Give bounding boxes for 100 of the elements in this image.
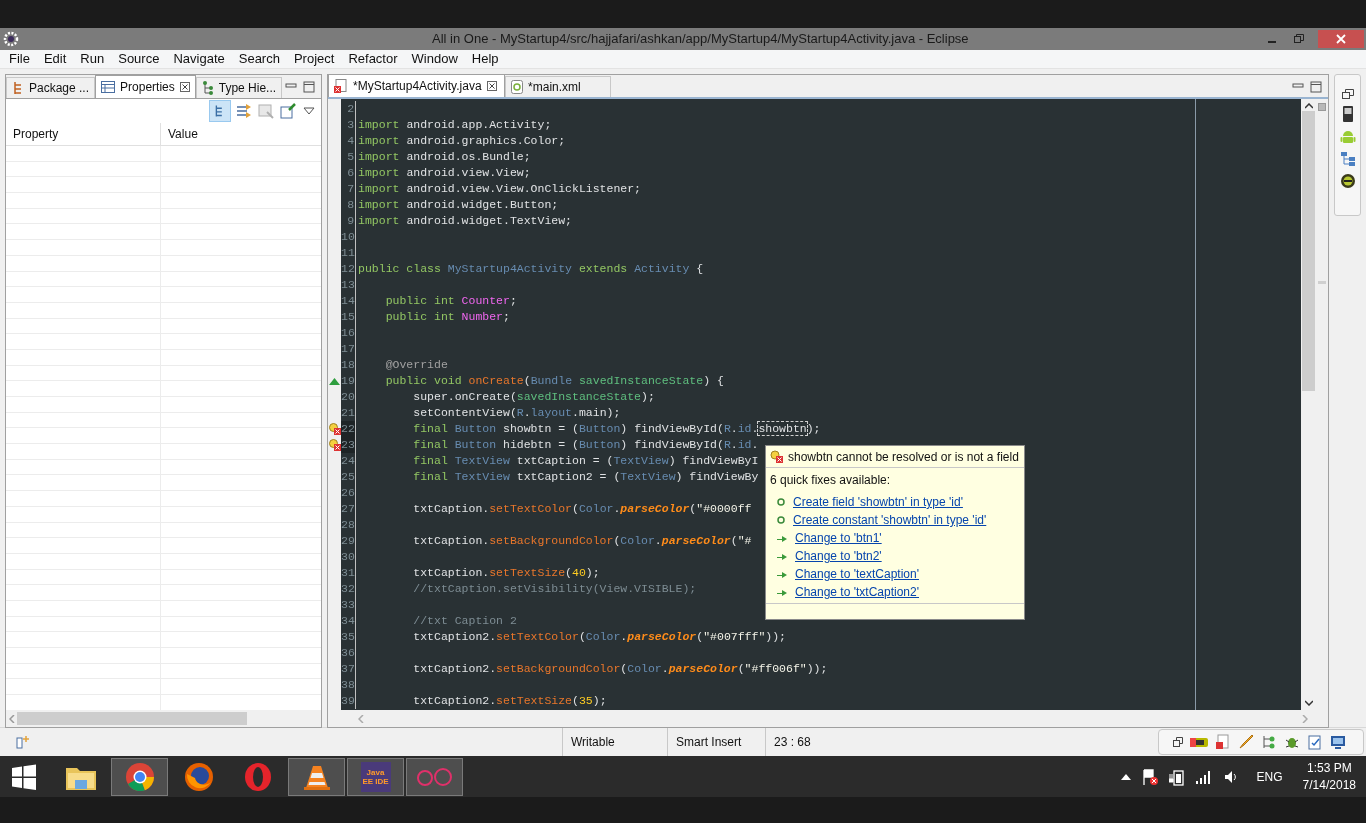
browser-icon xyxy=(183,761,214,792)
code-line: public int Number; xyxy=(384,309,510,326)
scrollbar-thumb[interactable] xyxy=(17,712,247,725)
line-number: 30 xyxy=(341,549,357,565)
line-number: 5 xyxy=(341,149,357,165)
tab[interactable]: *MyStartup4Activity.java xyxy=(328,74,506,97)
java-file-error-icon xyxy=(334,79,349,93)
quick-fix-link[interactable]: Create field 'showbtn' in type 'id' xyxy=(793,493,963,511)
battery-icon[interactable] xyxy=(1168,767,1185,786)
close-tab-icon[interactable] xyxy=(486,81,497,91)
java-ee-logo: Java EE IDE xyxy=(360,761,391,792)
restore-icon[interactable] xyxy=(1294,34,1304,44)
tab[interactable]: Properties xyxy=(95,75,196,98)
line-number: 33 xyxy=(341,597,357,613)
menu-item[interactable]: Help xyxy=(464,49,506,69)
menu-item[interactable]: Navigate xyxy=(166,49,232,69)
phone-icon[interactable] xyxy=(1341,105,1354,123)
menu-item[interactable]: Run xyxy=(73,49,112,69)
tab[interactable]: Type Hie... xyxy=(195,77,283,98)
scroll-left-icon[interactable] xyxy=(9,714,15,723)
tab[interactable]: *main.xml xyxy=(505,76,612,97)
ddms-icon[interactable] xyxy=(1339,173,1356,189)
windows-start-icon[interactable] xyxy=(10,762,38,791)
code-line: setContentView(R.layout.main); xyxy=(412,405,621,422)
code-line: //txtCaption.setVisibility(View.VISIBLE); xyxy=(412,581,697,598)
tab[interactable]: Package ... xyxy=(6,77,96,98)
menu-item[interactable]: Search xyxy=(231,49,287,69)
view-menu-icon[interactable] xyxy=(303,106,316,116)
line-number: 12 xyxy=(341,261,357,277)
code-line: txtCaption2.setTextColor(Color.parseColor("#007fff")); xyxy=(412,629,786,646)
close-tab-icon[interactable] xyxy=(179,82,190,92)
line-number: 2 xyxy=(341,101,357,117)
line-number: 11 xyxy=(341,245,357,261)
line-number: 36 xyxy=(341,645,357,661)
horizontal-scrollbar[interactable] xyxy=(6,710,322,727)
error-summary-icon[interactable] xyxy=(1318,103,1327,111)
tree-toggle-icon[interactable] xyxy=(209,100,232,122)
xml-file-icon xyxy=(511,80,524,94)
quick-fix-link[interactable]: Change to 'txtCaption2' xyxy=(795,583,919,601)
menu-item[interactable]: Project xyxy=(286,49,342,69)
code-line: import android.view.View.OnClickListener; xyxy=(357,181,642,198)
line-number: 18 xyxy=(341,357,357,373)
restore-icon[interactable] xyxy=(1173,737,1183,747)
maximize-view-icon[interactable] xyxy=(303,81,316,93)
column-header[interactable]: Value xyxy=(161,125,198,143)
hierarchy-icon[interactable] xyxy=(1339,151,1356,167)
column-header[interactable]: Property xyxy=(6,122,161,146)
monitor-icon[interactable] xyxy=(1330,734,1346,750)
code-line: public void onCreate(Bundle savedInstanceState) { xyxy=(384,373,724,390)
code-line: import android.view.View; xyxy=(357,165,531,182)
clock[interactable]: 1:53 PM 7/14/2018 xyxy=(1302,759,1356,794)
quick-fix-heading: 6 quick fixes available: xyxy=(769,472,892,489)
task-list-icon[interactable] xyxy=(1307,734,1323,750)
input-language[interactable]: ENG xyxy=(1256,767,1283,786)
bullet-icon xyxy=(777,498,785,506)
scroll-down-icon[interactable] xyxy=(1304,700,1313,706)
taskbar-app[interactable] xyxy=(111,757,168,796)
scrollbar-thumb[interactable] xyxy=(1302,111,1316,391)
line-number: 19 xyxy=(341,373,357,389)
error-log-icon[interactable] xyxy=(1215,734,1231,750)
device-icon[interactable] xyxy=(1190,735,1208,749)
tree-icon[interactable] xyxy=(1261,734,1277,750)
error-marker-icon[interactable] xyxy=(328,423,341,435)
quick-fix-link[interactable]: Create constant 'showbtn' in type 'id' xyxy=(793,511,987,529)
restore-icon[interactable] xyxy=(1341,89,1354,99)
line-number: 4 xyxy=(341,133,357,149)
line-number: 8 xyxy=(341,197,357,213)
override-marker-icon[interactable] xyxy=(329,377,341,385)
menu-item[interactable]: File xyxy=(2,49,37,69)
brush-icon[interactable] xyxy=(1238,734,1254,750)
quick-fix-link[interactable]: Change to 'btn1' xyxy=(795,529,882,547)
clock-time: 1:53 PM xyxy=(1306,759,1352,777)
menu-item[interactable]: Refactor xyxy=(341,49,405,69)
table-icon xyxy=(101,81,116,93)
show-hidden-icons-icon[interactable] xyxy=(1120,773,1131,780)
line-number: 9 xyxy=(341,213,357,229)
taskbar-app[interactable]: Java EE IDE xyxy=(347,757,404,796)
action-center-flag-icon[interactable] xyxy=(1140,767,1159,786)
browser-icon xyxy=(242,761,273,792)
quick-fix-link[interactable]: Change to 'btn2' xyxy=(795,547,882,565)
close-button[interactable] xyxy=(1318,30,1364,48)
package-icon xyxy=(12,81,24,95)
menu-item[interactable]: Edit xyxy=(36,49,74,69)
line-number: 6 xyxy=(341,165,357,181)
maximize-view-icon[interactable] xyxy=(1310,81,1323,93)
line-number: 10 xyxy=(341,229,357,245)
error-marker-icon[interactable] xyxy=(328,439,341,451)
line-number: 35 xyxy=(341,629,357,645)
line-number: 7 xyxy=(341,181,357,197)
code-line: @Override xyxy=(384,357,448,374)
signal-icon[interactable] xyxy=(1194,769,1213,784)
window-title: All in One - MyStartup4/src/hajjafari/ashkan/app/MyStartup4/MyStartup4Activity.java - Eclipse xyxy=(432,30,969,49)
pin-icon[interactable] xyxy=(279,102,298,120)
quick-fix-link[interactable]: Change to 'textCaption' xyxy=(795,565,919,583)
taskbar-app[interactable] xyxy=(288,757,345,796)
scroll-up-icon[interactable] xyxy=(1304,103,1313,109)
line-number: 34 xyxy=(341,613,357,629)
line-number: 24 xyxy=(341,453,357,469)
menu-item[interactable]: Window xyxy=(404,49,465,69)
menu-item[interactable]: Source xyxy=(111,49,167,69)
